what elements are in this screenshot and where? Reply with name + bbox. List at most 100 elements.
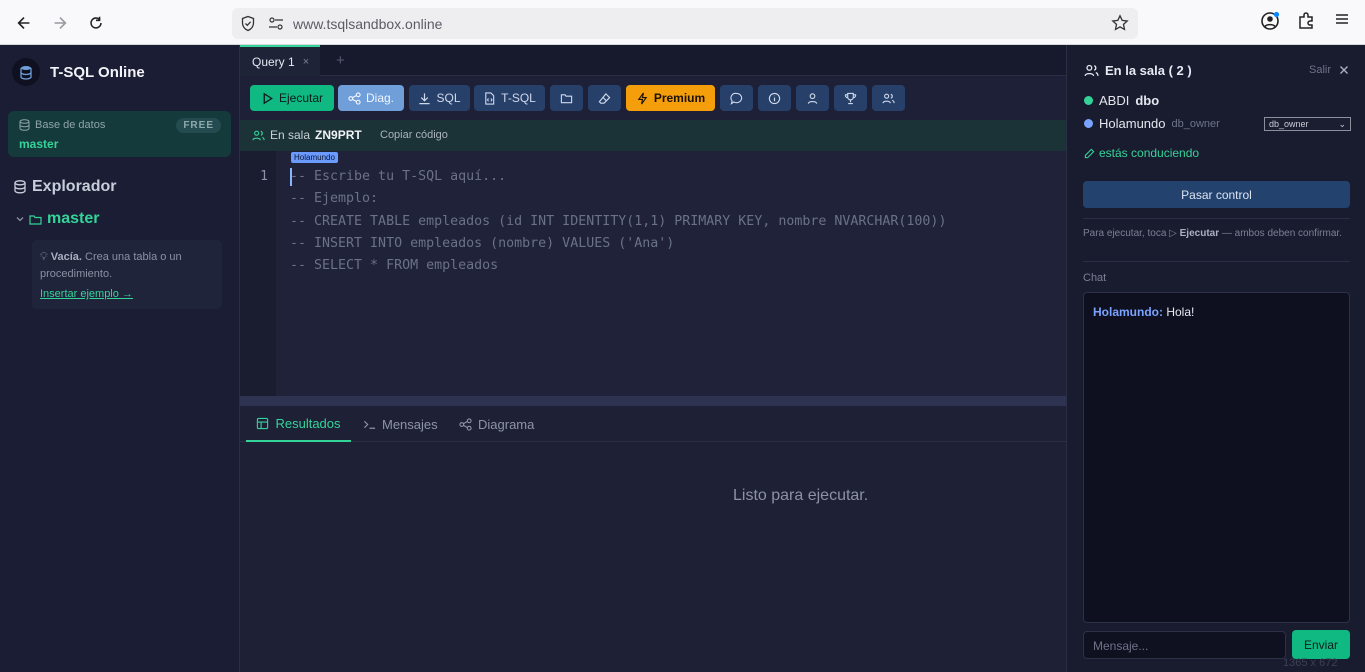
code-line: -- Ejemplo: xyxy=(290,191,379,207)
tsql-file-button[interactable]: T-SQL xyxy=(474,85,545,111)
room-label: En sala xyxy=(270,128,311,142)
role-select[interactable]: db_owner ⌄ xyxy=(1264,117,1351,131)
chat-bubble-icon xyxy=(730,92,743,105)
profile-button[interactable] xyxy=(796,85,829,111)
diagram-button[interactable]: Diag. xyxy=(338,85,404,111)
resize-handle[interactable] xyxy=(240,396,1066,406)
info-button[interactable] xyxy=(758,85,791,111)
share-nodes-icon xyxy=(348,91,361,105)
copy-code-button[interactable]: Copiar código xyxy=(380,129,448,141)
tab-query-1[interactable]: Query 1 × xyxy=(240,45,320,76)
editor-tabs: Query 1 × + xyxy=(240,45,1066,76)
users-icon xyxy=(882,93,895,103)
leave-room[interactable]: Salir xyxy=(1309,64,1349,76)
role-select-value: db_owner xyxy=(1269,119,1309,129)
trophy-icon xyxy=(844,92,857,104)
chat-history[interactable]: Holamundo: Hola! xyxy=(1083,292,1350,623)
member-role: db_owner xyxy=(1171,117,1220,130)
code-content[interactable]: -- Escribe tu T-SQL aquí... -- Ejemplo: --… xyxy=(290,166,946,277)
user-icon xyxy=(807,92,818,104)
database-icon xyxy=(14,180,26,194)
explorer-title: Explorador xyxy=(14,178,116,196)
close-icon[interactable] xyxy=(1339,65,1349,75)
download-icon xyxy=(419,92,431,104)
explorer-label: Explorador xyxy=(32,178,117,195)
app-name: T-SQL Online xyxy=(50,63,145,81)
database-icon xyxy=(19,119,30,131)
chat-label: Chat xyxy=(1083,272,1107,284)
file-code-icon xyxy=(485,91,495,105)
shield-icon[interactable] xyxy=(240,15,256,32)
tab-results[interactable]: Resultados xyxy=(246,406,351,442)
results-panel: Resultados Mensajes Diagrama Listo para … xyxy=(240,406,1066,672)
database-label: Base de datos xyxy=(35,119,106,131)
line-number: 1 xyxy=(260,169,268,184)
run-button[interactable]: Ejecutar xyxy=(250,85,334,111)
insert-example-link[interactable]: Insertar ejemplo → xyxy=(40,288,133,300)
brand: T-SQL Online xyxy=(12,58,145,86)
remote-cursor-label: Holamundo xyxy=(291,152,338,163)
code-line: -- SELECT * FROM empleados xyxy=(290,258,499,274)
reload-icon[interactable] xyxy=(83,10,109,36)
chevron-down-icon[interactable] xyxy=(16,215,24,223)
account-icon[interactable] xyxy=(1260,11,1280,31)
users-icon xyxy=(252,130,265,140)
tab-messages[interactable]: Mensajes xyxy=(363,406,438,442)
line-gutter: 1 xyxy=(240,151,276,396)
tree-node-master[interactable]: master xyxy=(16,210,99,228)
tab-results-label: Resultados xyxy=(275,415,341,431)
url-text[interactable]: www.tsqlsandbox.online xyxy=(293,16,442,32)
clear-button[interactable] xyxy=(588,85,621,111)
download-sql-button[interactable]: SQL xyxy=(409,85,470,111)
main-area: Query 1 × + Ejecutar Diag. SQL T-SQL Pre… xyxy=(240,45,1066,672)
chat-text: Hola! xyxy=(1163,305,1195,319)
sidebar: T-SQL Online Base de datos master FREE E… xyxy=(0,45,240,672)
empty-state-card: 💡︎ Vacía. Crea una tabla o un procedimie… xyxy=(32,240,222,309)
member-row: ABDI dbo xyxy=(1084,93,1159,108)
bookmark-star-icon[interactable] xyxy=(1111,14,1129,32)
divider xyxy=(1083,218,1350,219)
extensions-icon[interactable] xyxy=(1297,11,1316,30)
table-icon xyxy=(257,417,269,429)
code-line: -- Escribe tu T-SQL aquí... xyxy=(290,169,507,184)
permissions-icon[interactable] xyxy=(268,16,284,31)
url-bar[interactable]: www.tsqlsandbox.online xyxy=(232,8,1138,39)
open-folder-button[interactable] xyxy=(550,85,583,111)
empty-state-text: 💡︎ Vacía. Crea una tabla o un procedimie… xyxy=(40,249,218,283)
leave-room-label[interactable]: Salir xyxy=(1309,64,1331,76)
divider xyxy=(1083,261,1350,262)
database-label-row: Base de datos xyxy=(19,119,105,131)
room-title-label: En la sala ( 2 ) xyxy=(1105,63,1192,78)
chevron-down-icon: ⌄ xyxy=(1338,119,1346,129)
driving-status: estás conduciendo xyxy=(1084,146,1199,160)
browser-toolbar: www.tsqlsandbox.online xyxy=(0,0,1365,45)
trophy-button[interactable] xyxy=(834,85,867,111)
room-title: En la sala ( 2 ) xyxy=(1084,63,1192,78)
pass-control-button[interactable]: Pasar control xyxy=(1083,181,1350,208)
add-tab-button[interactable]: + xyxy=(336,52,345,69)
play-icon xyxy=(263,92,273,104)
member-name: Holamundo xyxy=(1099,116,1166,131)
menu-icon[interactable] xyxy=(1334,11,1350,27)
tab-diagram-label: Diagrama xyxy=(478,416,535,432)
tree-node-label: master xyxy=(47,210,100,227)
eraser-icon xyxy=(598,92,611,104)
forward-icon[interactable] xyxy=(47,10,73,36)
database-selector[interactable]: Base de datos master FREE xyxy=(8,111,231,157)
tab-diagram[interactable]: Diagrama xyxy=(459,406,534,442)
close-tab-icon[interactable]: × xyxy=(303,56,309,68)
room-button[interactable] xyxy=(872,85,905,111)
premium-button[interactable]: Premium xyxy=(626,85,715,111)
send-label: Enviar xyxy=(1303,637,1338,652)
code-editor[interactable]: 1 Holamundo -- Escribe tu T-SQL aquí... -… xyxy=(240,151,1066,396)
message-input[interactable]: Mensaje... xyxy=(1083,631,1286,659)
chat-button[interactable] xyxy=(720,85,753,111)
results-tabs: Resultados Mensajes Diagrama xyxy=(240,406,1066,442)
database-value: master xyxy=(19,137,59,151)
plan-badge: FREE xyxy=(176,118,221,133)
driving-label: estás conduciendo xyxy=(1099,146,1200,160)
back-icon[interactable] xyxy=(11,10,37,36)
send-button[interactable]: Enviar xyxy=(1292,630,1350,659)
room-code: ZN9PRT xyxy=(315,128,362,142)
info-icon xyxy=(768,92,781,104)
